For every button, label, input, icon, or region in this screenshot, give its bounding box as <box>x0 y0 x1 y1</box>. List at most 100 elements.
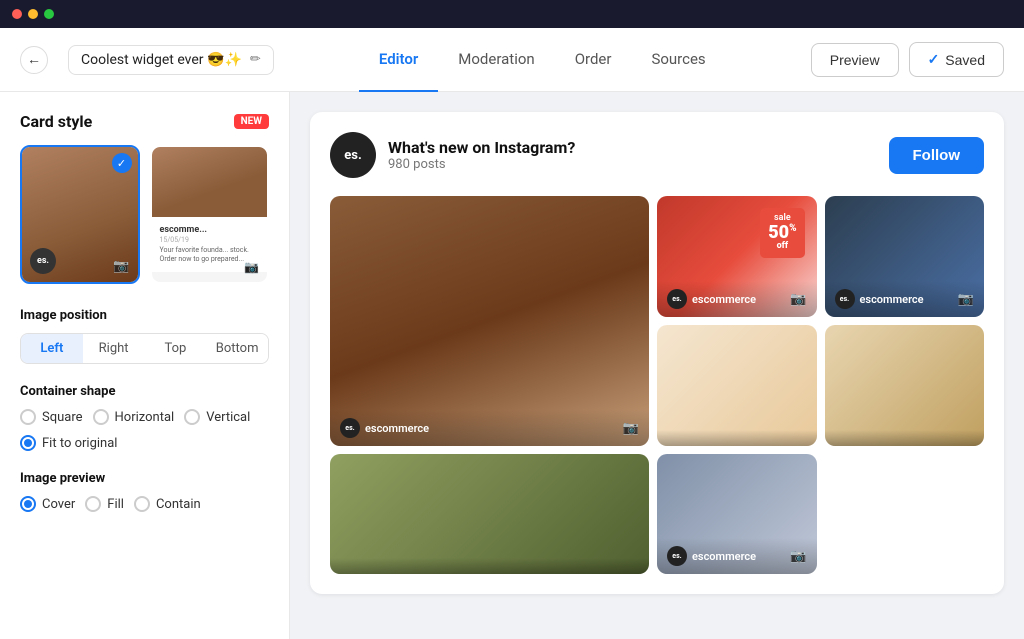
card2-ig-icon: 📷 <box>244 260 259 274</box>
shape-square-radio[interactable] <box>20 409 36 425</box>
saved-label: Saved <box>945 52 985 68</box>
shape-square-label: Square <box>42 410 83 425</box>
preview-cover[interactable]: Cover <box>20 496 75 512</box>
photo-overlay-5 <box>825 430 985 446</box>
photo-overlay-7: es. escommerce 📷 <box>657 538 817 574</box>
photo-overlay-1: es. escommerce 📷 <box>330 410 649 446</box>
photo-avatar-7: es. <box>667 546 687 566</box>
shape-fit-radio[interactable] <box>20 435 36 451</box>
instagram-icon: 📷 <box>113 259 129 274</box>
pos-tab-top[interactable]: Top <box>145 334 207 363</box>
shape-fit[interactable]: Fit to original <box>20 435 117 451</box>
right-content: es. What's new on Instagram? 980 posts F… <box>290 92 1024 639</box>
photo-cell-7[interactable]: es. escommerce 📷 <box>657 454 817 574</box>
photo-grid: es. escommerce 📷 sale 50% off <box>330 196 984 574</box>
preview-contain-label: Contain <box>156 497 201 512</box>
card2-brand: escomme... <box>160 225 260 235</box>
shape-horizontal-radio[interactable] <box>93 409 109 425</box>
image-position-tabs: Left Right Top Bottom <box>20 333 269 364</box>
photo-avatar-2: es. <box>667 289 687 309</box>
nav-tabs: Editor Moderation Order Sources <box>294 28 791 92</box>
image-position-title: Image position <box>20 308 269 323</box>
shape-vertical[interactable]: Vertical <box>184 409 250 425</box>
minimize-button[interactable] <box>28 9 38 19</box>
photo-cell-1[interactable]: es. escommerce 📷 <box>330 196 649 446</box>
card-style-section: Card style NEW <box>20 112 269 131</box>
preview-cover-radio[interactable] <box>20 496 36 512</box>
shape-horizontal-label: Horizontal <box>115 410 175 425</box>
card1-logo: es. <box>30 248 56 274</box>
edit-icon[interactable]: ✏ <box>250 52 261 67</box>
shape-vertical-radio[interactable] <box>184 409 200 425</box>
photo-user-1: es. escommerce <box>340 418 429 438</box>
preview-fill-label: Fill <box>107 497 124 512</box>
maximize-button[interactable] <box>44 9 54 19</box>
sale-percent: 50% <box>768 224 796 242</box>
photo-cell-2[interactable]: sale 50% off es. escommerce 📷 <box>657 196 817 317</box>
card-option-1[interactable]: ✓ es. 📷 <box>20 145 140 284</box>
photo-cell-5[interactable] <box>825 325 985 446</box>
photo-user-2: es. escommerce <box>667 289 756 309</box>
app-header: ← Coolest widget ever 😎✨ ✏ Editor Modera… <box>0 28 1024 92</box>
tab-sources[interactable]: Sources <box>631 28 725 92</box>
shape-square[interactable]: Square <box>20 409 83 425</box>
photo-user-3: es. escommerce <box>835 289 924 309</box>
photo-ig-icon-7: 📷 <box>790 549 806 564</box>
tab-order[interactable]: Order <box>555 28 632 92</box>
photo-cell-6[interactable] <box>330 454 649 574</box>
photo-overlay-3: es. escommerce 📷 <box>825 281 985 317</box>
image-preview-title: Image preview <box>20 471 269 486</box>
preview-fill-radio[interactable] <box>85 496 101 512</box>
widget-info: What's new on Instagram? 980 posts <box>388 138 575 172</box>
sale-badge: sale 50% off <box>760 208 804 258</box>
shape-horizontal[interactable]: Horizontal <box>93 409 175 425</box>
preview-button[interactable]: Preview <box>811 43 899 77</box>
photo-cell-3[interactable]: es. escommerce 📷 <box>825 196 985 317</box>
widget-title-box[interactable]: Coolest widget ever 😎✨ ✏ <box>68 45 274 75</box>
close-button[interactable] <box>12 9 22 19</box>
title-bar <box>0 0 1024 28</box>
card-style-options: ✓ es. 📷 escomme... 15/05/19 Your favorit… <box>20 145 269 284</box>
new-badge: NEW <box>234 114 269 129</box>
follow-button[interactable]: Follow <box>889 137 985 174</box>
pos-tab-right[interactable]: Right <box>83 334 145 363</box>
sale-off: off <box>768 242 796 252</box>
widget-container: es. What's new on Instagram? 980 posts F… <box>310 112 1004 594</box>
photo-username-3: escommerce <box>860 293 924 306</box>
photo-username-7: escommerce <box>692 550 756 563</box>
tab-moderation[interactable]: Moderation <box>438 28 554 92</box>
photo-ig-icon-2: 📷 <box>790 292 806 307</box>
saved-check-icon: ✓ <box>928 51 940 68</box>
photo-user-7: es. escommerce <box>667 546 756 566</box>
photo-ig-icon-1: 📷 <box>623 421 639 436</box>
preview-fill[interactable]: Fill <box>85 496 124 512</box>
shape-vertical-label: Vertical <box>206 410 250 425</box>
header-actions: Preview ✓ Saved <box>811 42 1004 77</box>
pos-tab-bottom[interactable]: Bottom <box>206 334 268 363</box>
card-option-2[interactable]: escomme... 15/05/19 Your favorite founda… <box>150 145 270 284</box>
photo-username-1: escommerce <box>365 422 429 435</box>
pos-tab-left[interactable]: Left <box>21 334 83 363</box>
widget-header: es. What's new on Instagram? 980 posts F… <box>330 132 984 178</box>
photo-avatar-3: es. <box>835 289 855 309</box>
preview-contain[interactable]: Contain <box>134 496 201 512</box>
photo-overlay-4 <box>657 430 817 446</box>
selected-check-icon: ✓ <box>112 153 132 173</box>
photo-username-2: escommerce <box>692 293 756 306</box>
card2-date: 15/05/19 <box>160 236 260 244</box>
tab-editor[interactable]: Editor <box>359 28 438 92</box>
widget-posts-count: 980 posts <box>388 157 575 172</box>
main-layout: Card style NEW ✓ es. 📷 escomme... <box>0 92 1024 639</box>
photo-cell-4[interactable] <box>657 325 817 446</box>
image-preview-options: Cover Fill Contain <box>20 496 269 512</box>
container-shape-title: Container shape <box>20 384 269 399</box>
card-style-title-text: Card style <box>20 112 92 131</box>
shape-fit-label: Fit to original <box>42 436 117 451</box>
widget-avatar: es. <box>330 132 376 178</box>
photo-avatar-1: es. <box>340 418 360 438</box>
photo-overlay-6 <box>330 558 649 574</box>
preview-contain-radio[interactable] <box>134 496 150 512</box>
widget-title-text: Coolest widget ever 😎✨ <box>81 52 242 68</box>
back-button[interactable]: ← <box>20 46 48 74</box>
saved-button[interactable]: ✓ Saved <box>909 42 1004 77</box>
